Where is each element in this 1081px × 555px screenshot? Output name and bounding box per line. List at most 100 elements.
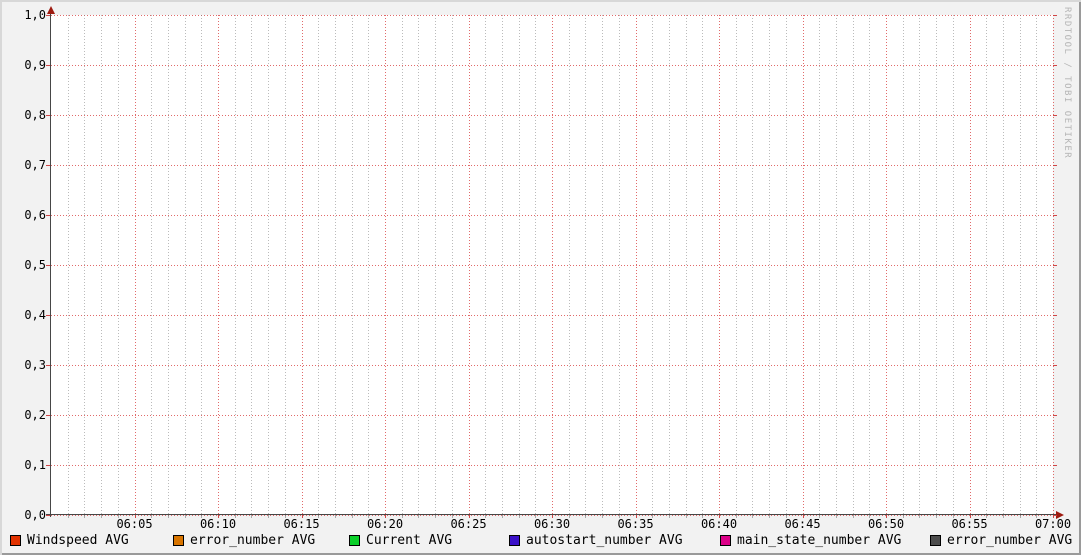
x-gridline-minor [334, 15, 336, 515]
y-axis-label: 0,6 [24, 208, 46, 222]
y-axis-label: 0,5 [24, 258, 46, 272]
x-axis-tick [134, 515, 136, 518]
x-axis-tick [151, 515, 153, 518]
legend-item: Current AVG [349, 533, 452, 548]
x-gridline-minor [852, 15, 854, 515]
x-axis-tick [952, 515, 954, 518]
y-axis-label: 0,9 [24, 58, 46, 72]
x-gridline-minor [769, 15, 771, 515]
x-gridline-minor [952, 15, 954, 515]
x-axis-tick [869, 515, 871, 518]
legend-label: Current AVG [366, 533, 453, 548]
x-gridline-minor [568, 15, 570, 515]
x-axis-tick [652, 515, 654, 518]
x-axis-label: 06:05 [116, 517, 153, 531]
x-gridline-minor [485, 15, 487, 515]
legend-swatch [173, 535, 184, 546]
x-gridline-major [802, 15, 804, 515]
y-axis-tick [1053, 115, 1057, 116]
legend-item: error_number AVG [173, 533, 315, 548]
legend-swatch [349, 535, 360, 546]
legend-swatch [720, 535, 731, 546]
x-axis-tick [1053, 515, 1054, 518]
x-axis-tick [1036, 515, 1038, 518]
y-axis-tick [1053, 65, 1057, 66]
x-axis-label: 06:50 [867, 517, 905, 531]
y-axis-arrow-icon [47, 6, 55, 14]
x-gridline-minor [785, 15, 787, 515]
x-axis-tick [435, 515, 437, 518]
y-axis-tick [1053, 265, 1057, 266]
y-axis-label: 0,1 [24, 458, 46, 472]
x-gridline-minor [1019, 15, 1021, 515]
x-axis-tick [184, 515, 186, 518]
x-gridline-minor [518, 15, 520, 515]
x-gridline-minor [902, 15, 904, 515]
y-axis-tick [46, 415, 50, 416]
x-gridline-minor [652, 15, 654, 515]
y-axis-label: 0,7 [24, 158, 46, 172]
rrdtool-graph: 1,0 0,9 0,8 0,7 0,6 0,5 0,4 0,3 0,2 0,1 0,0 06:05 0… [0, 0, 1081, 555]
x-axis-tick [301, 515, 303, 518]
x-gridline-major [301, 15, 303, 515]
x-axis-tick [101, 515, 103, 518]
x-gridline-minor [501, 15, 503, 515]
x-axis-tick [334, 515, 336, 518]
x-gridline-major [719, 15, 720, 515]
x-axis-label: 06:45 [784, 517, 821, 531]
x-axis-label: 06:30 [533, 517, 571, 531]
x-gridline-minor [668, 15, 670, 515]
x-axis-tick [218, 515, 219, 518]
x-axis-tick [167, 515, 169, 518]
legend-item: main_state_number AVG [720, 533, 901, 548]
x-gridline-minor [602, 15, 604, 515]
x-axis-tick [418, 515, 420, 518]
y-axis-tick [1053, 415, 1057, 416]
y-axis-tick [46, 315, 50, 316]
x-axis-tick [1019, 515, 1021, 518]
legend-label: error_number AVG [947, 533, 1073, 548]
x-gridline-minor [201, 15, 203, 515]
x-axis-tick [986, 515, 988, 518]
y-axis-tick [1053, 365, 1057, 366]
legend-item: autostart_number AVG [509, 533, 683, 548]
x-gridline-minor [117, 15, 119, 515]
x-axis-tick [802, 515, 804, 518]
x-axis-label: 06:25 [450, 517, 487, 531]
x-axis-tick [1002, 515, 1004, 518]
x-axis-label: 06:40 [700, 517, 738, 531]
x-gridline-minor [184, 15, 186, 515]
x-axis-tick [819, 515, 821, 518]
x-axis-tick [535, 515, 537, 518]
x-axis-tick [368, 515, 370, 518]
x-axis-tick [752, 515, 754, 518]
x-gridline-minor [351, 15, 353, 515]
x-gridline-minor [101, 15, 103, 515]
x-axis-tick [969, 515, 971, 518]
x-axis-tick [852, 515, 854, 518]
x-gridline-major [218, 15, 219, 515]
plot-area [51, 15, 1054, 516]
x-gridline-minor [618, 15, 620, 515]
x-gridline-minor [84, 15, 86, 515]
y-axis-tick [46, 215, 50, 216]
x-axis-tick [485, 515, 487, 518]
x-axis-tick [201, 515, 203, 518]
x-gridline-major [385, 15, 386, 515]
x-axis-tick [268, 515, 270, 518]
x-gridline-major [886, 15, 887, 515]
x-gridline-minor [685, 15, 687, 515]
x-axis-tick [84, 515, 86, 518]
x-gridline-minor [986, 15, 988, 515]
x-axis-label: 06:10 [199, 517, 237, 531]
x-axis-tick [67, 515, 69, 518]
y-axis-tick [1053, 215, 1057, 216]
y-axis-tick [46, 465, 50, 466]
x-gridline-minor [284, 15, 286, 515]
x-axis-tick [702, 515, 704, 518]
x-axis-tick [902, 515, 904, 518]
y-axis-tick [46, 265, 50, 266]
y-axis-line [50, 8, 51, 517]
x-axis-label: 06:35 [617, 517, 654, 531]
x-gridline-minor [368, 15, 370, 515]
